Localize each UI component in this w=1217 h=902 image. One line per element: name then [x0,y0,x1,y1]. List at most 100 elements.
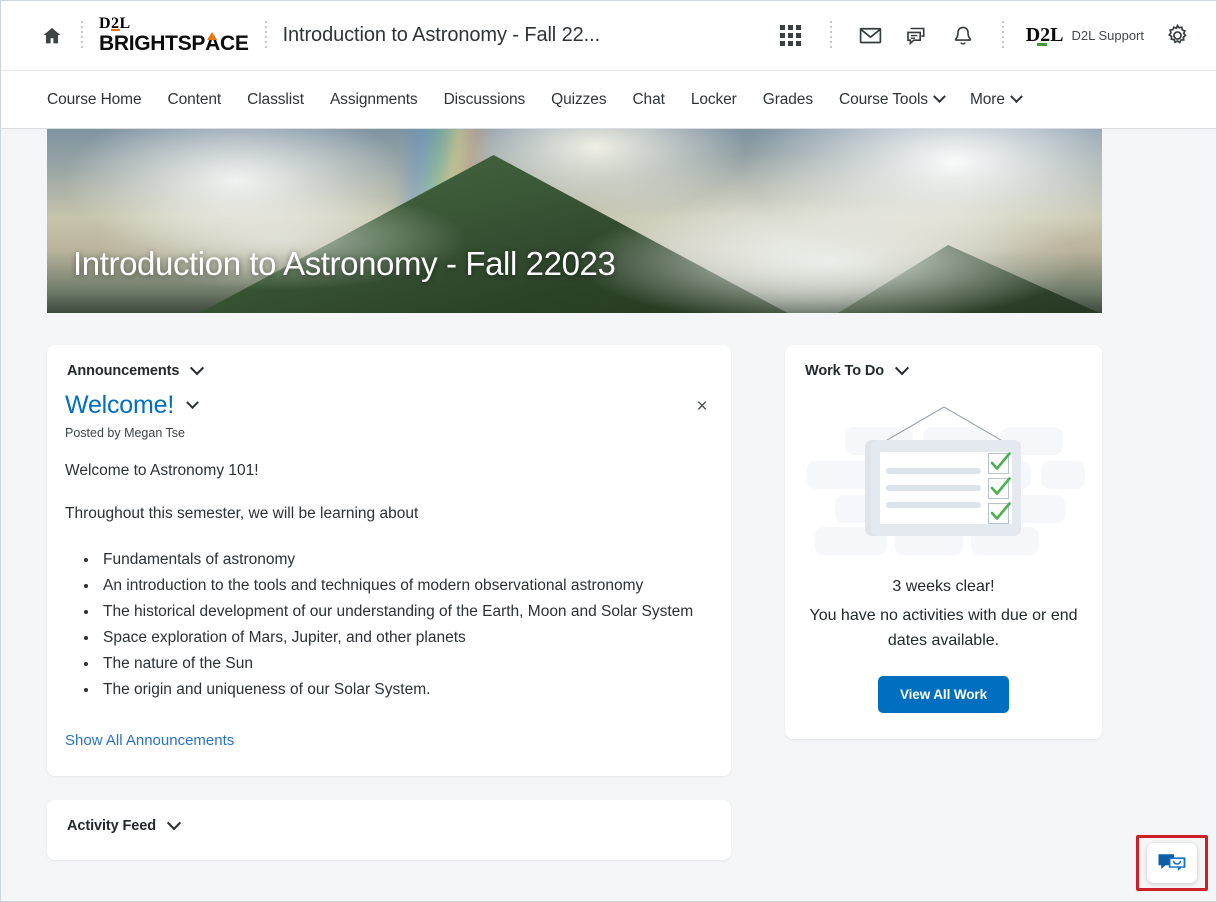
chevron-down-icon[interactable] [166,815,182,830]
right-column: Work To Do 3 weeks clear! You have no ac… [785,345,1102,739]
work-to-do-widget-header[interactable]: Work To Do [785,345,1102,379]
announcement-bullet-list: Fundamentals of astronomy An introductio… [99,547,711,703]
nav-item-grades[interactable]: Grades [750,85,826,115]
envelope-icon[interactable] [848,13,894,59]
announcement-title-row: Welcome! [65,391,711,420]
nav-item-course-home[interactable]: Course Home [47,85,155,115]
announcements-widget-title: Announcements [67,363,180,379]
announcement-paragraph: Throughout this semester, we will be lea… [65,505,419,523]
nav-item-course-tools[interactable]: Course Tools [826,85,957,115]
course-title-breadcrumb[interactable]: Introduction to Astronomy - Fall 22... [283,24,600,47]
list-item: The historical development of our unders… [99,599,711,624]
nav-label: Locker [690,90,737,108]
course-banner-image: Introduction to Astronomy - Fall 22023 [47,129,1102,313]
nav-item-assignments[interactable]: Assignments [317,85,431,115]
activity-feed-widget-title: Activity Feed [67,817,156,834]
brightspace-course-home-page: D2L BRIGHTSPACE Introduction to Astronom… [0,0,1217,902]
work-to-do-body: 3 weeks clear! You have no activities wi… [785,379,1102,739]
show-all-announcements-link[interactable]: Show All Announcements [65,732,234,749]
checkbox-checked-icon [988,476,1011,499]
checkbox-checked-icon [988,501,1011,524]
announcements-widget: Announcements × Welcome! Posted by Megan… [47,345,731,776]
checkbox-checked-icon [988,451,1011,474]
logo-brightspace-text: BRIGHTSPACE [99,31,249,55]
board-inner-surface [880,451,1012,524]
nav-item-more[interactable]: More [957,85,1034,115]
nav-label: Classlist [247,90,304,108]
support-d2l-logo: D2L [1025,24,1064,46]
separator-dotted-2 [264,20,267,51]
board-hanging-wire [881,406,1006,444]
nav-item-locker[interactable]: Locker [678,85,750,115]
nav-label: Grades [762,90,813,108]
chat-bubbles-icon[interactable] [894,13,940,59]
board-line [886,502,981,508]
announcement-body: × Welcome! Posted by Megan Tse Welcome t… [47,379,731,776]
bell-icon[interactable] [940,13,986,59]
brick-shape [1041,461,1085,489]
list-item: Fundamentals of astronomy [99,547,711,572]
activity-feed-widget: Activity Feed [47,799,731,860]
waffle-grid-glyph [780,25,802,46]
banner-course-title: Introduction to Astronomy - Fall 22023 [73,245,616,282]
list-item: An introduction to the tools and techniq… [99,573,711,598]
work-to-do-widget: Work To Do 3 weeks clear! You have no ac… [785,345,1102,739]
work-to-do-headline: 3 weeks clear! [892,578,995,595]
logo-d2l-text: D2L [99,15,249,32]
announcement-title[interactable]: Welcome! [65,391,174,420]
chevron-down-icon[interactable] [894,361,910,376]
announcements-widget-header[interactable]: Announcements [47,345,731,379]
work-to-do-widget-title: Work To Do [805,363,885,379]
nav-label: Course Home [47,90,142,108]
chat-widget-highlight-box [1136,835,1208,891]
nav-item-content[interactable]: Content [155,85,235,115]
chevron-down-icon [933,90,946,104]
nav-label: Assignments [329,90,418,108]
chevron-down-icon[interactable] [190,361,205,376]
separator-dotted-3 [829,20,832,51]
course-navigation-bar: Course Home Content Classlist Assignment… [1,71,1216,129]
board-line [886,468,981,474]
gear-icon[interactable] [1154,13,1200,59]
nav-label: Content [167,90,222,108]
checklist-board [871,440,1021,536]
list-item: The nature of the Sun [99,651,711,676]
work-to-do-subtext: You have no activities with due or end d… [809,607,1078,649]
close-icon[interactable]: × [689,393,715,419]
activity-feed-widget-header[interactable]: Activity Feed [47,800,731,834]
left-column: Announcements × Welcome! Posted by Megan… [47,345,731,860]
nav-item-classlist[interactable]: Classlist [234,85,317,115]
board-text-lines [883,468,981,508]
banner-mist-layer [47,129,1102,313]
two-column-layout: Announcements × Welcome! Posted by Megan… [47,313,1170,860]
list-item: Space exploration of Mars, Jupiter, and … [99,625,711,650]
nav-label: Discussions [443,90,526,108]
view-all-work-button[interactable]: View All Work [878,675,1009,713]
chevron-down-icon [1010,90,1023,104]
support-user-label[interactable]: D2L Support [1071,28,1144,43]
nav-label: Chat [632,90,665,108]
page-content: Introduction to Astronomy - Fall 22023 A… [1,129,1216,860]
announcement-paragraph: Welcome to Astronomy 101! [65,462,259,479]
topbar-icon-group: D2L D2L Support [768,13,1200,59]
nav-label: Course Tools [838,90,928,108]
separator-dotted-4 [1001,20,1004,51]
nav-item-chat[interactable]: Chat [619,85,677,115]
checklist-board-illustration [805,399,1085,562]
waffle-grid-icon[interactable] [768,13,814,59]
brightspace-logo[interactable]: D2L BRIGHTSPACE [99,15,249,56]
chat-support-button[interactable] [1147,843,1197,883]
nav-item-discussions[interactable]: Discussions [431,85,539,115]
chevron-down-icon[interactable] [186,396,199,410]
board-line [886,485,981,491]
top-navigation-bar: D2L BRIGHTSPACE Introduction to Astronom… [1,1,1216,71]
list-item: The origin and uniqueness of our Solar S… [99,677,711,702]
chat-bubble-smile-icon [1158,854,1186,871]
nav-label: Quizzes [551,90,607,108]
nav-label: More [969,90,1005,108]
home-icon[interactable] [39,23,65,49]
separator-dotted-1 [81,20,83,51]
nav-item-quizzes[interactable]: Quizzes [538,85,619,115]
announcement-author: Posted by Megan Tse [65,426,185,440]
board-checkboxes [988,451,1011,524]
